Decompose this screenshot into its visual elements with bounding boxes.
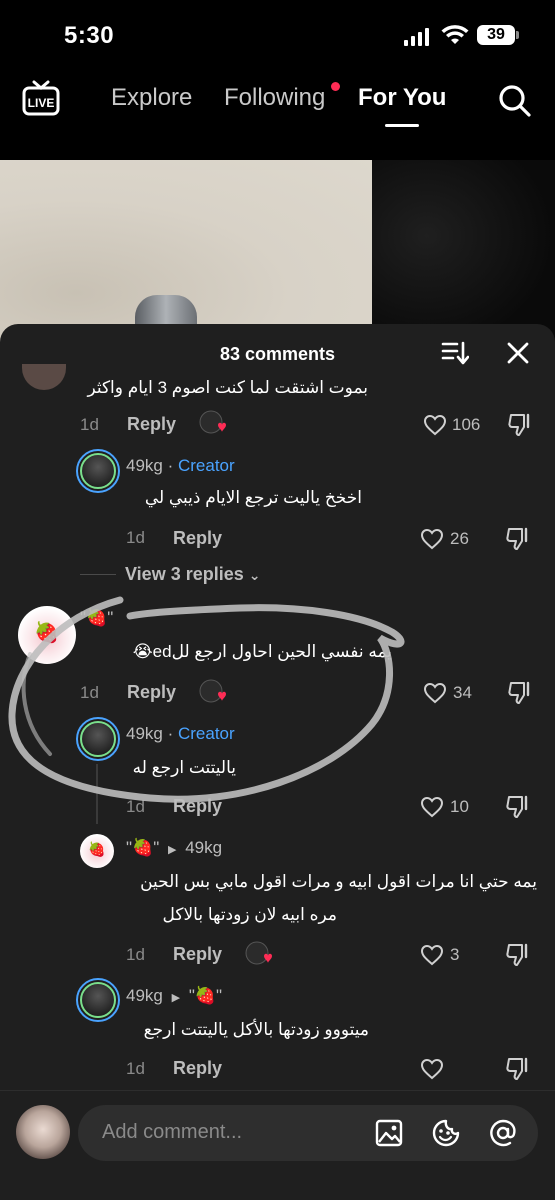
video-preview[interactable]	[0, 160, 555, 350]
tab-for-you[interactable]: For You	[358, 84, 446, 112]
heart-icon[interactable]	[420, 944, 444, 966]
top-nav: LIVE Explore Following For You	[0, 70, 555, 160]
close-icon[interactable]	[505, 340, 531, 366]
view-replies-button[interactable]: View 3 replies ⌄	[125, 564, 261, 585]
reply-to: "🍓"	[188, 986, 223, 1005]
username[interactable]: 49kg · Creator	[126, 456, 235, 476]
comment-age: 1d	[126, 528, 145, 547]
reply-button[interactable]: Reply	[127, 414, 176, 435]
divider	[80, 574, 116, 575]
svg-text:LIVE: LIVE	[28, 96, 55, 110]
signal-icon	[404, 28, 429, 46]
comment-text: ياليتتت ارجع له	[132, 758, 236, 777]
avatar[interactable]	[76, 717, 120, 761]
live-icon[interactable]: LIVE	[22, 80, 60, 116]
like-count: 10	[450, 797, 469, 816]
heart-icon[interactable]	[423, 682, 447, 704]
reply-button[interactable]: Reply	[173, 1058, 222, 1079]
username[interactable]: 49kg ▶ "🍓"	[126, 986, 222, 1006]
avatar[interactable]: 🍓	[80, 834, 114, 868]
thread-line	[96, 764, 98, 824]
comment-input-placeholder: Add comment...	[102, 1121, 243, 1143]
like-count: 106	[452, 415, 481, 434]
creator-liked-icon	[245, 941, 272, 965]
username[interactable]: "🍓"	[80, 608, 113, 628]
heart-icon[interactable]	[420, 528, 444, 550]
dislike-icon[interactable]	[505, 1056, 531, 1082]
comment-age: 1d	[126, 797, 145, 816]
strawberry-icon: 🍓	[34, 622, 59, 644]
username[interactable]: 49kg · Creator	[126, 724, 235, 744]
dislike-icon[interactable]	[505, 526, 531, 552]
like-count: 3	[450, 945, 460, 964]
tab-explore[interactable]: Explore	[111, 84, 192, 112]
strawberry-icon: 🍓	[88, 841, 106, 857]
comment-text: بموت اشتقت لما كنت اصوم 3 ايام واكثر	[87, 378, 368, 397]
active-tab-indicator	[385, 124, 419, 127]
dislike-icon[interactable]	[505, 794, 531, 820]
reply-arrow-icon: ▶	[171, 992, 181, 1004]
comment-age: 1d	[126, 945, 145, 964]
reply-button[interactable]: Reply	[173, 944, 222, 965]
creator-badge: Creator	[177, 456, 235, 475]
mention-icon[interactable]	[488, 1118, 518, 1148]
heart-icon[interactable]	[420, 1058, 444, 1080]
comment-age: 1d	[126, 1059, 145, 1078]
avatar[interactable]	[22, 364, 66, 390]
comment-text: يمه حتي انا مرات اقول ابيه و مرات اقول م…	[140, 872, 537, 891]
reply-button[interactable]: Reply	[173, 528, 222, 549]
dislike-icon[interactable]	[507, 412, 533, 438]
like-count: 34	[453, 683, 472, 702]
emoji-icon[interactable]	[431, 1118, 461, 1148]
reply-arrow-icon: ▶	[167, 844, 177, 856]
wifi-icon	[441, 25, 469, 44]
username[interactable]: "🍓" ▶ 49kg	[126, 838, 222, 858]
like-count: 26	[450, 529, 469, 548]
creator-badge: Creator	[177, 724, 235, 743]
image-icon[interactable]	[374, 1118, 404, 1148]
tab-following[interactable]: Following	[224, 84, 325, 112]
creator-liked-icon	[199, 410, 226, 434]
comment-input-bar: Add comment...	[0, 1090, 555, 1200]
reply-button[interactable]: Reply	[173, 796, 222, 817]
chevron-down-icon: ⌄	[248, 567, 261, 583]
search-icon[interactable]	[498, 84, 532, 118]
avatar[interactable]: 🍓	[18, 606, 76, 664]
dislike-icon[interactable]	[505, 942, 531, 968]
comment-text: مره ابيه لان زودتها بالاكل	[162, 905, 337, 924]
heart-icon[interactable]	[420, 796, 444, 818]
notification-dot	[331, 82, 340, 91]
comment-age: 1d	[80, 415, 99, 434]
sort-icon[interactable]	[441, 340, 469, 366]
comment-input[interactable]: Add comment...	[78, 1105, 538, 1161]
avatar[interactable]	[76, 978, 120, 1022]
comment-text: اخخخ ياليت ترجع الايام ذيبي لي	[144, 488, 362, 507]
reply-to: 49kg	[185, 838, 223, 857]
my-avatar[interactable]	[16, 1105, 70, 1159]
reply-button[interactable]: Reply	[127, 682, 176, 703]
dislike-icon[interactable]	[507, 680, 533, 706]
avatar[interactable]	[76, 449, 120, 493]
comment-text: يمه نفسي الحين احاول ارجع للed😭	[132, 642, 392, 661]
status-bar: 5:30 39	[0, 0, 555, 70]
creator-liked-icon	[199, 679, 226, 703]
comment-age: 1d	[80, 683, 99, 702]
battery-icon: 39	[477, 25, 519, 45]
heart-icon[interactable]	[423, 414, 447, 436]
status-time: 5:30	[64, 22, 115, 49]
comment-text: ميتووو زودتها بالأكل ياليتتت ارجع	[143, 1020, 369, 1039]
comments-sheet: 83 comments بموت اشتقت لما كنت اصوم 3 اي…	[0, 324, 555, 1200]
comments-count: 83 comments	[219, 344, 336, 364]
